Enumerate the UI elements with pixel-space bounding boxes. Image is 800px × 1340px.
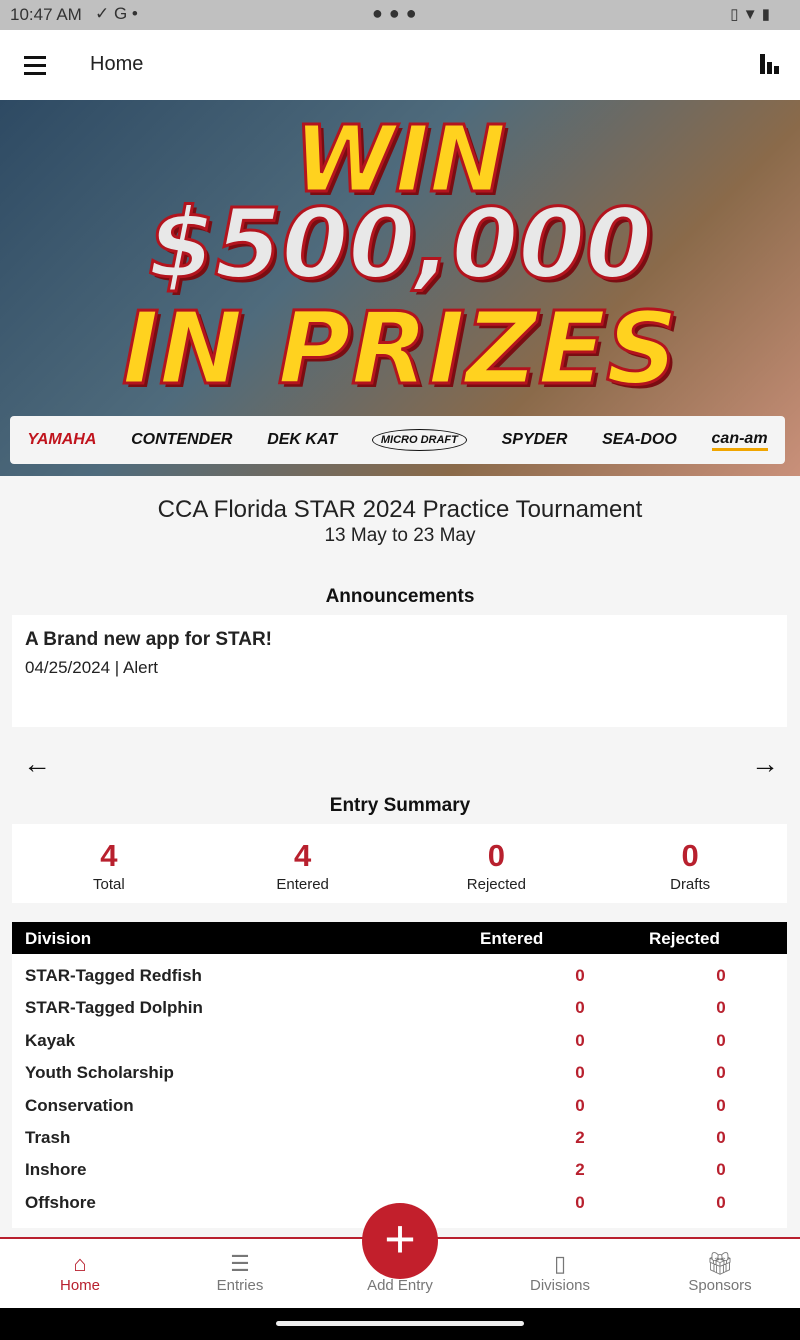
rejected-count: 0 <box>716 1030 726 1050</box>
entered-count: 0 <box>575 998 585 1018</box>
sponsor-logos: YAMAHA CONTENDER DEK KAT MICRO DRAFT SPY… <box>10 416 785 464</box>
stat-label: Entered <box>276 876 329 893</box>
announcement-meta: 04/25/2024 | Alert <box>25 658 158 677</box>
stat-entered: 4 Entered <box>206 824 400 903</box>
home-icon: ⌂ <box>73 1251 87 1276</box>
hamburger-menu-icon[interactable] <box>24 56 46 80</box>
leaderboard-icon[interactable] <box>760 54 780 74</box>
plus-icon: + <box>384 1209 416 1269</box>
nav-divisions[interactable]: ▯ Divisions <box>480 1239 640 1308</box>
sponsor-logo: CONTENDER <box>131 431 233 448</box>
entered-count: 0 <box>575 1192 585 1212</box>
arrow-right-icon[interactable]: → <box>751 748 779 780</box>
sponsor-logo: YAMAHA <box>27 431 97 448</box>
nav-sponsors[interactable]: 🎁︎ Sponsors <box>640 1239 800 1308</box>
rejected-count: 0 <box>716 1192 726 1212</box>
entered-count: 0 <box>575 1030 585 1050</box>
table-row: Inshore 2 0 <box>12 1160 787 1192</box>
stat-label: Drafts <box>670 876 711 893</box>
sponsor-logo: SEA-DOO <box>602 431 677 448</box>
promo-banner[interactable]: WIN $500,000 IN PRIZES YAMAHA CONTENDER … <box>0 100 800 476</box>
nav-entries[interactable]: ☰ Entries <box>160 1239 320 1308</box>
table-row: Trash 2 0 <box>12 1128 787 1160</box>
announcement-card[interactable]: A Brand new app for STAR! 04/25/2024 | A… <box>12 615 787 727</box>
division-name: Kayak <box>25 1030 76 1050</box>
rejected-count: 0 <box>716 966 726 985</box>
stat-value: 4 <box>294 838 312 873</box>
nav-label: Sponsors <box>688 1277 752 1294</box>
arrow-left-icon[interactable]: ← <box>23 748 51 780</box>
division-name: Youth Scholarship <box>25 1063 174 1083</box>
app-bar: Home <box>0 30 800 100</box>
table-row: STAR-Tagged Redfish 0 0 <box>12 966 787 998</box>
stat-total: 4 Total <box>12 824 206 903</box>
rejected-count: 0 <box>716 998 726 1018</box>
table-row: STAR-Tagged Dolphin 0 0 <box>12 998 787 1030</box>
header-rejected: Rejected <box>649 929 720 948</box>
banner-line-3: IN PRIZES <box>120 289 679 409</box>
home-gesture-handle[interactable] <box>276 1321 524 1326</box>
tournament-title: CCA Florida STAR 2024 Practice Tournamen… <box>157 496 643 523</box>
announcements-heading: Announcements <box>325 586 475 607</box>
carousel-icon: ▯ <box>553 1251 567 1276</box>
system-navigation-bar <box>0 1308 800 1340</box>
sponsor-logo: DEK KAT <box>267 431 338 448</box>
stat-value: 4 <box>100 838 118 873</box>
status-bar: 10:47 AM ✓ G • ●●● ▯ ▼ ▮ <box>0 0 800 30</box>
division-name: STAR-Tagged Redfish <box>25 966 202 985</box>
nav-home[interactable]: ⌂ Home <box>0 1239 160 1308</box>
rejected-count: 0 <box>716 1063 726 1083</box>
rejected-count: 0 <box>716 1128 726 1147</box>
camera-dots-icon: ●●● <box>372 3 423 23</box>
division-name: Trash <box>25 1128 71 1147</box>
entered-count: 0 <box>575 1063 585 1083</box>
stat-label: Rejected <box>466 876 526 893</box>
add-entry-button[interactable]: + <box>362 1203 438 1279</box>
sponsor-logo: MICRO DRAFT <box>371 429 467 451</box>
entry-summary-card: 4 Total 4 Entered 0 Rejected 0 Drafts <box>12 824 787 903</box>
table-row: Conservation 0 0 <box>12 1096 787 1128</box>
sponsor-logo: SPYDER <box>501 431 568 448</box>
status-notification-icons: ✓ G • <box>95 4 138 23</box>
gift-card-icon: 🎁︎ <box>706 1251 734 1276</box>
header-division: Division <box>25 929 92 948</box>
stat-rejected: 0 Rejected <box>400 824 594 903</box>
nav-label: Add Entry <box>367 1277 433 1294</box>
stat-drafts: 0 Drafts <box>593 824 787 903</box>
header-entered: Entered <box>480 929 544 948</box>
announcement-title: A Brand new app for STAR! <box>25 629 272 650</box>
division-name: Conservation <box>25 1095 134 1115</box>
division-name: Offshore <box>25 1192 96 1212</box>
entry-summary-heading: Entry Summary <box>329 795 471 816</box>
entered-count: 2 <box>575 1128 585 1147</box>
status-time: 10:47 AM <box>10 5 82 24</box>
entered-count: 0 <box>575 966 585 985</box>
stat-value: 0 <box>681 838 699 873</box>
page-title: Home <box>90 53 144 75</box>
nav-label: Divisions <box>529 1277 590 1294</box>
rejected-count: 0 <box>716 1160 726 1180</box>
stat-value: 0 <box>487 838 505 873</box>
status-system-icons: ▯ ▼ ▮ <box>730 6 770 23</box>
division-name: STAR-Tagged Dolphin <box>25 998 203 1018</box>
entered-count: 0 <box>575 1095 585 1115</box>
sponsor-logo: can-am <box>711 430 768 451</box>
rejected-count: 0 <box>716 1095 726 1115</box>
tournament-dates: 13 May to 23 May <box>324 525 476 546</box>
table-row: Kayak 0 0 <box>12 1031 787 1063</box>
table-row: Youth Scholarship 0 0 <box>12 1063 787 1095</box>
stat-label: Total <box>93 876 125 893</box>
banner-line-2: $500,000 <box>146 187 653 302</box>
nav-label: Home <box>59 1277 100 1294</box>
entered-count: 2 <box>575 1160 585 1180</box>
nav-label: Entries <box>216 1277 264 1294</box>
divisions-table-header: Division Entered Rejected <box>12 922 787 954</box>
division-name: Inshore <box>25 1160 87 1180</box>
list-icon: ☰ <box>230 1251 250 1276</box>
